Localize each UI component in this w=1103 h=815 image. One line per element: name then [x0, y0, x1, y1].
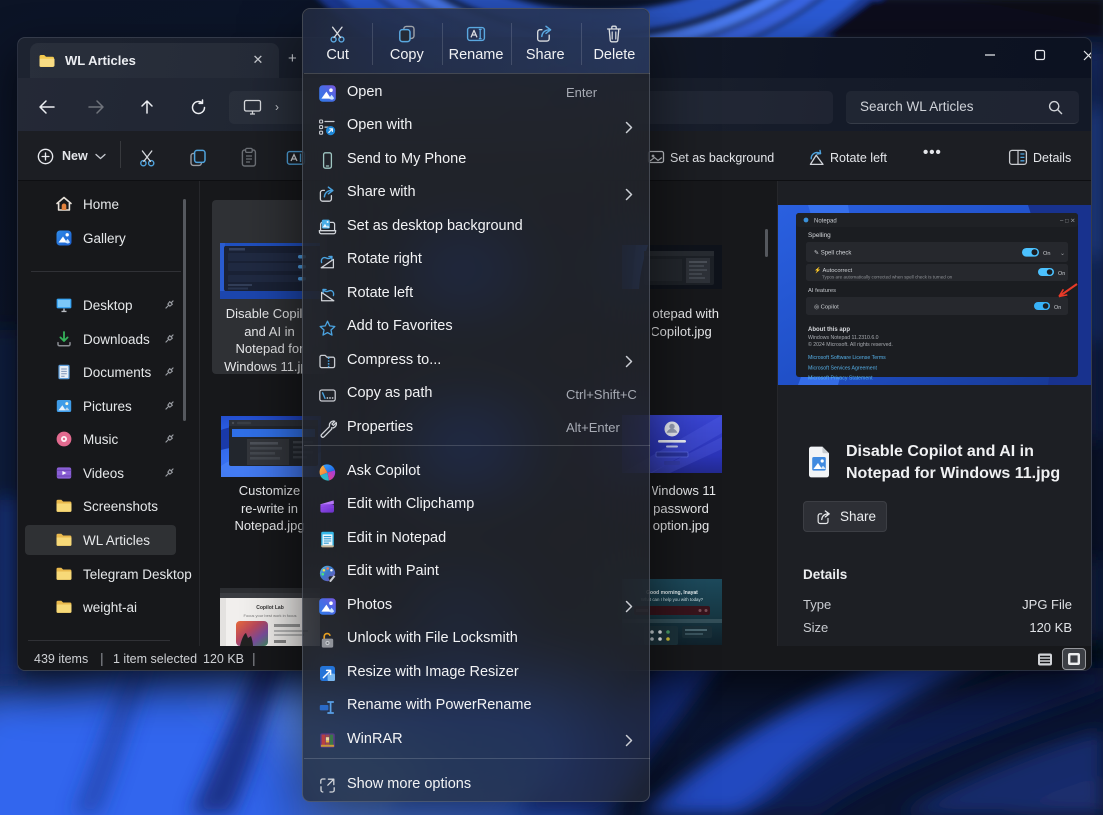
svg-text:Microsoft Software License Ter: Microsoft Software License Terms [808, 355, 886, 361]
svg-text:AI features: AI features [808, 288, 836, 294]
svg-text:Notepad: Notepad [814, 219, 837, 225]
svg-text:On: On [1043, 251, 1050, 257]
svg-text:Microsoft Privacy Statement: Microsoft Privacy Statement [808, 376, 873, 382]
svg-text:⌄: ⌄ [1060, 251, 1065, 257]
svg-text:What can I help you with today: What can I help you with today? [641, 597, 704, 602]
svg-text:Focus your best work in focus: Focus your best work in focus [244, 613, 297, 618]
svg-text:⚡ Autocorrect: ⚡ Autocorrect [814, 266, 853, 274]
svg-text:Typos are automatically correc: Typos are automatically corrected when s… [822, 275, 953, 280]
svg-text:Copilot Lab: Copilot Lab [256, 605, 284, 611]
svg-text:Spelling: Spelling [808, 232, 831, 239]
svg-text:✎ Spell check: ✎ Spell check [814, 250, 852, 257]
svg-text:© 2024 Microsoft. All rights r: © 2024 Microsoft. All rights reserved. [808, 341, 893, 348]
svg-text:On: On [1054, 305, 1061, 311]
svg-text:Good morning, Inayat: Good morning, Inayat [646, 590, 698, 596]
svg-text:On: On [1058, 271, 1065, 277]
svg-text:Microsoft Services Agreement: Microsoft Services Agreement [808, 366, 877, 372]
svg-text:About this app: About this app [808, 327, 850, 333]
svg-text:Windows Notepad 11.2310.6.0: Windows Notepad 11.2310.6.0 [808, 335, 879, 341]
svg-text:– □ ✕: – □ ✕ [1060, 219, 1075, 225]
svg-text:◎ Copilot: ◎ Copilot [814, 305, 839, 311]
